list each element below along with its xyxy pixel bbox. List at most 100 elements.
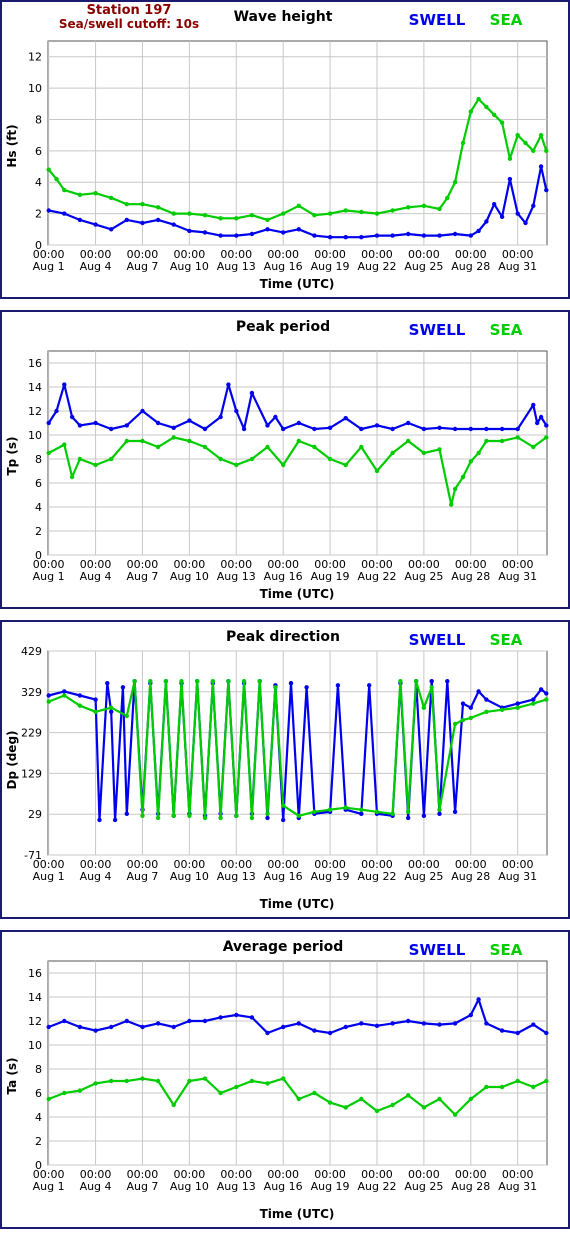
data-point-swell xyxy=(343,235,348,240)
data-point-sea xyxy=(327,1100,333,1105)
x-tick-date: Aug 31 xyxy=(498,870,537,883)
data-point-sea xyxy=(171,1102,176,1108)
data-point-sea xyxy=(124,202,129,207)
data-point-sea xyxy=(359,807,364,812)
data-point-sea xyxy=(343,208,348,213)
data-point-sea xyxy=(327,456,333,462)
data-point-sea xyxy=(202,815,208,821)
x-tick-date: Aug 4 xyxy=(80,1180,112,1193)
data-point-sea xyxy=(499,438,505,444)
data-point-sea xyxy=(544,148,549,153)
data-point-swell xyxy=(296,227,301,232)
data-point-sea xyxy=(187,438,192,444)
data-point-swell xyxy=(105,681,110,686)
data-point-sea xyxy=(124,1078,129,1084)
station-title: Station 197 xyxy=(87,3,172,18)
y-tick-label: 8 xyxy=(35,113,42,126)
data-point-swell xyxy=(202,426,208,432)
x-tick-date: Aug 22 xyxy=(357,260,396,273)
plot-box xyxy=(47,350,548,556)
data-point-swell xyxy=(265,227,270,232)
data-point-sea xyxy=(452,721,458,727)
x-tick-date: Aug 28 xyxy=(451,260,490,273)
data-point-sea xyxy=(499,707,505,712)
data-point-swell xyxy=(327,425,333,430)
y-tick-label: 429 xyxy=(21,645,42,658)
data-point-swell xyxy=(406,1018,411,1024)
y-tick-label: 229 xyxy=(21,727,42,740)
data-point-swell xyxy=(187,1018,192,1024)
plot-area-3: 024681012141600:00Aug 100:00Aug 400:00Au… xyxy=(28,960,549,1193)
plot-box xyxy=(47,650,548,856)
data-point-sea xyxy=(449,502,454,507)
legend-sea-2: SEA xyxy=(490,631,523,649)
plot-area-0: 02468101200:00Aug 100:00Aug 400:00Aug 70… xyxy=(28,40,549,273)
data-point-swell xyxy=(202,1018,208,1024)
data-point-sea xyxy=(77,192,83,197)
data-point-swell xyxy=(538,414,544,420)
data-point-swell xyxy=(140,1024,145,1030)
data-point-swell xyxy=(515,1030,520,1036)
data-point-swell xyxy=(281,817,286,823)
data-point-swell xyxy=(62,382,67,387)
data-point-swell xyxy=(109,426,114,432)
data-point-sea xyxy=(421,450,427,456)
data-point-sea xyxy=(155,1078,161,1084)
y-tick-label: 329 xyxy=(21,686,42,699)
data-point-sea xyxy=(109,705,114,710)
data-point-sea xyxy=(538,133,544,138)
data-point-sea xyxy=(218,456,223,462)
data-point-sea xyxy=(93,462,98,468)
data-point-sea xyxy=(484,438,489,444)
data-point-sea xyxy=(155,444,161,450)
data-point-sea xyxy=(140,813,145,818)
y-axis-label-0: Hs (ft) xyxy=(5,124,19,167)
data-point-swell xyxy=(390,1021,395,1026)
y-tick-label: 10 xyxy=(28,1039,42,1052)
data-point-sea xyxy=(374,211,380,216)
data-point-sea xyxy=(544,435,549,440)
data-point-swell xyxy=(93,697,98,702)
data-point-swell xyxy=(124,217,129,223)
data-point-swell xyxy=(218,1015,223,1020)
data-point-swell xyxy=(476,228,481,234)
data-point-swell xyxy=(281,426,286,432)
data-point-sea xyxy=(171,813,176,818)
data-point-sea xyxy=(234,813,239,818)
data-point-swell xyxy=(484,426,489,432)
data-point-sea xyxy=(265,1081,270,1086)
x-tick-date: Aug 13 xyxy=(217,1180,256,1193)
legend-sea-1: SEA xyxy=(490,321,523,339)
chart-title-1: Peak period xyxy=(236,319,330,335)
x-tick-date: Aug 25 xyxy=(404,260,443,273)
y-tick-label: 10 xyxy=(28,429,42,442)
data-point-sea xyxy=(226,679,231,684)
data-point-swell xyxy=(265,423,270,428)
data-point-sea xyxy=(468,109,473,114)
data-point-sea xyxy=(296,813,301,818)
data-point-sea xyxy=(421,1105,427,1110)
x-tick-date: Aug 22 xyxy=(357,1180,396,1193)
data-point-sea xyxy=(171,211,176,216)
data-point-swell xyxy=(359,235,364,240)
data-point-swell xyxy=(46,208,51,213)
data-point-sea xyxy=(544,1078,549,1084)
data-point-swell xyxy=(460,701,466,706)
data-point-swell xyxy=(77,1024,83,1030)
x-tick-date: Aug 16 xyxy=(264,570,303,583)
data-point-swell xyxy=(202,230,208,235)
data-point-swell xyxy=(343,1024,348,1030)
data-point-swell xyxy=(249,231,255,237)
y-tick-label: 12 xyxy=(28,1015,42,1028)
data-point-swell xyxy=(531,697,536,702)
data-point-swell xyxy=(46,420,51,426)
x-tick-date: Aug 28 xyxy=(451,1180,490,1193)
data-point-sea xyxy=(429,685,434,690)
data-point-sea xyxy=(460,474,466,480)
data-point-sea xyxy=(484,104,489,110)
data-point-sea xyxy=(312,444,317,450)
data-point-swell xyxy=(93,1028,98,1033)
y-tick-label: 129 xyxy=(21,767,42,780)
data-point-sea xyxy=(460,717,466,723)
data-point-swell xyxy=(476,997,481,1002)
